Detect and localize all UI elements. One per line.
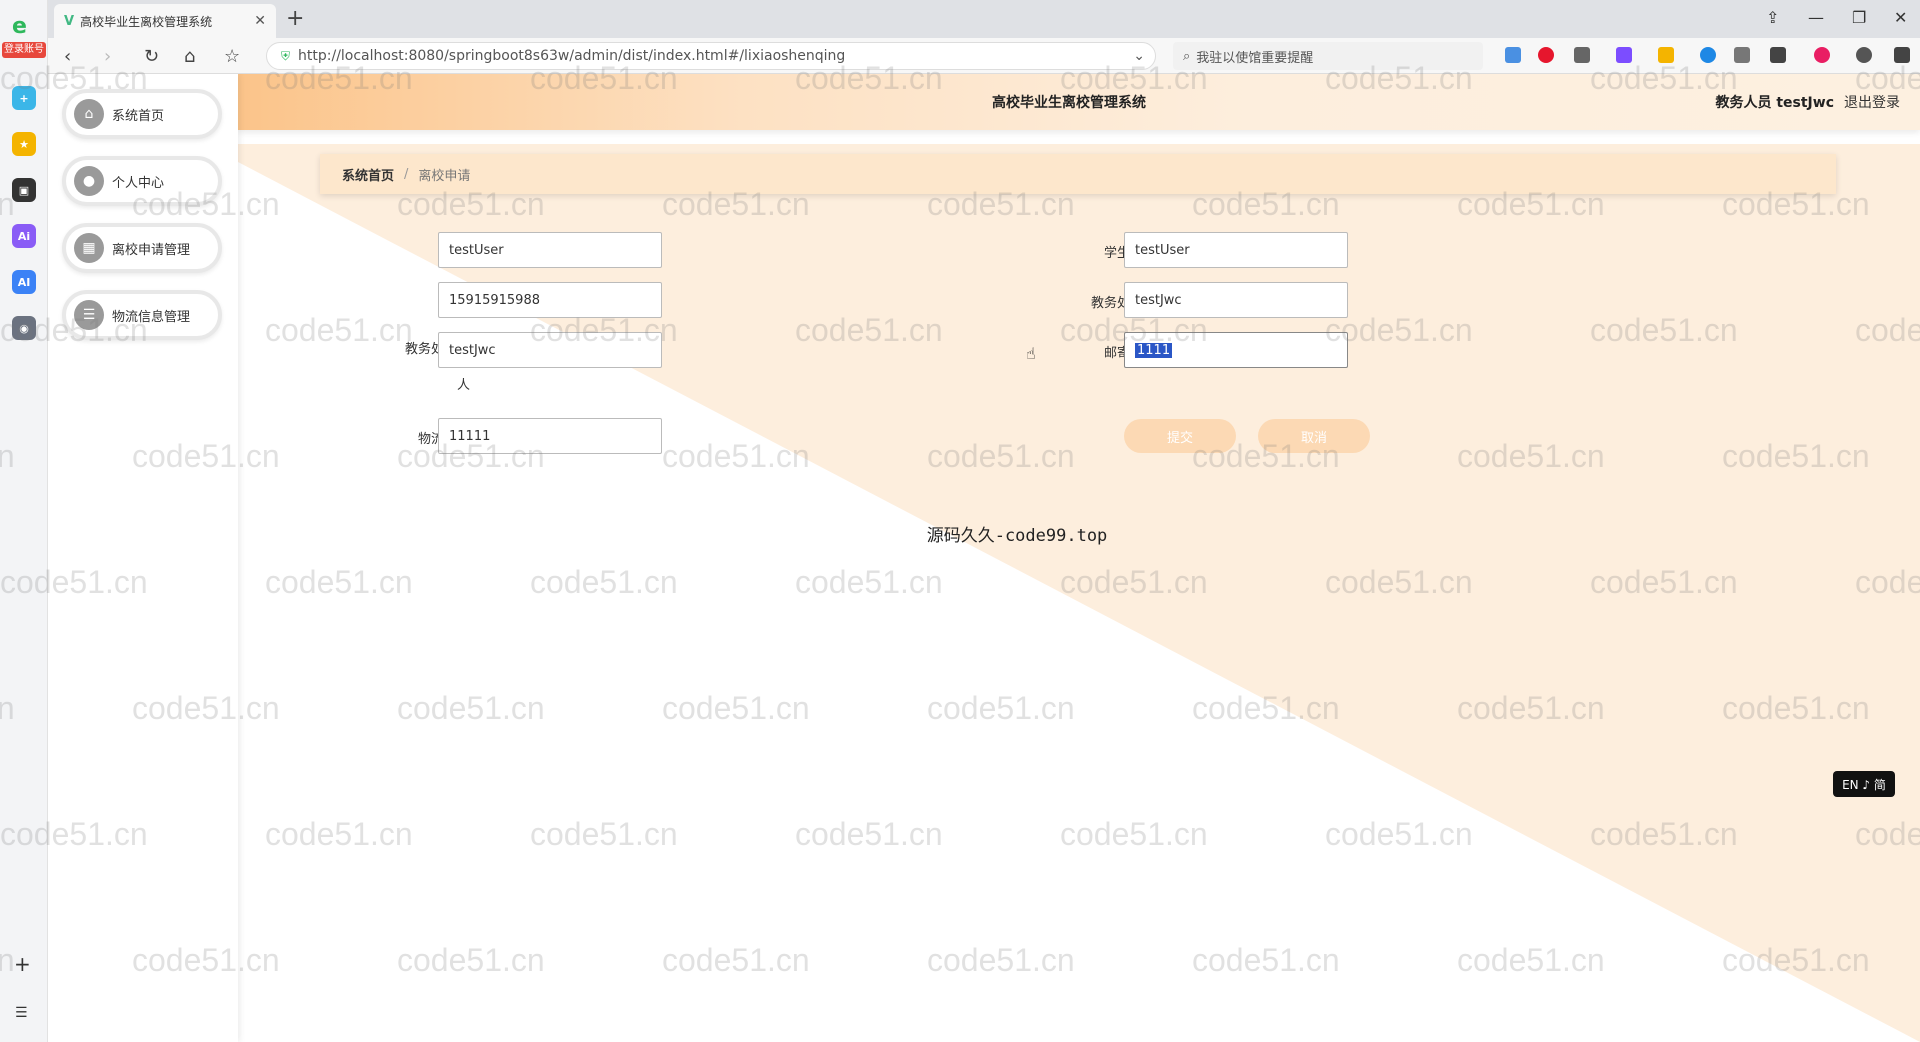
apps-ext-icon[interactable] — [1770, 47, 1786, 63]
home-nav-icon[interactable]: ⌂ — [184, 46, 195, 67]
office-account-value: testJwc — [1135, 292, 1182, 308]
tab-bar: V 高校毕业生离校管理系统 ✕ + ⇪ — ❐ ✕ — [48, 0, 1920, 38]
sidebar-item-logistics[interactable]: ☰ 物流信息管理 — [62, 290, 222, 340]
submit-button[interactable]: 提交 — [1124, 419, 1236, 453]
phone-field[interactable]: 15915915988 — [438, 282, 662, 318]
breadcrumb: 系统首页 / 离校申请 — [320, 154, 1836, 194]
search-ext-icon[interactable] — [1700, 47, 1716, 63]
sidebar-item-profile[interactable]: ● 个人中心 — [62, 156, 222, 206]
url-input[interactable]: ⛨ http://localhost:8080/springboot8s63w/… — [266, 42, 1156, 70]
search-icon: ⌕ — [1183, 48, 1191, 64]
sidebar-item-label: 系统首页 — [112, 108, 165, 124]
new-tab-icon[interactable]: + — [286, 6, 304, 31]
office-account-field[interactable]: testJwc — [1124, 282, 1348, 318]
tracking-field[interactable]: 11111 — [438, 418, 662, 454]
system-title: 高校毕业生离校管理系统 — [992, 95, 1146, 111]
phone-value: 15915915988 — [449, 292, 540, 308]
tracking-value: 11111 — [449, 428, 491, 444]
address-bar: ‹ › ↻ ⌂ ☆ ⛨ http://localhost:8080/spring… — [48, 38, 1920, 74]
student-name-value: testUser — [1135, 242, 1190, 258]
student-name-field[interactable]: testUser — [1124, 232, 1348, 268]
breadcrumb-home[interactable]: 系统首页 — [342, 165, 394, 184]
search-input[interactable]: ⌕ 我驻以使馆重要提醒 — [1173, 42, 1483, 70]
translate-ext-icon[interactable] — [1616, 47, 1632, 63]
student-id-value: testUser — [449, 242, 504, 258]
tab-close-icon[interactable]: ✕ — [254, 13, 266, 29]
office-owner-label-line2: 人 — [456, 378, 470, 393]
url-text: http://localhost:8080/springboot8s63w/ad… — [298, 48, 846, 64]
sidebar-item-leave-application[interactable]: ▦ 离校申请管理 — [62, 223, 222, 273]
shield-ext-icon[interactable] — [1658, 47, 1674, 63]
color-ext-icon[interactable] — [1814, 47, 1830, 63]
star-app-icon[interactable]: ★ — [12, 132, 36, 156]
undo-ext-icon[interactable] — [1894, 47, 1910, 63]
back-icon[interactable]: ‹ — [64, 46, 71, 67]
add-icon[interactable]: + — [14, 952, 31, 976]
logout-link[interactable]: 退出登录 — [1844, 92, 1900, 112]
bot-app-icon[interactable]: ◉ — [12, 316, 36, 340]
sidebar-item-label: 物流信息管理 — [112, 309, 191, 325]
breadcrumb-current: 离校申请 — [418, 168, 471, 184]
weibo-ext-icon[interactable] — [1538, 47, 1554, 63]
user-area: 教务人员 testJwc 退出登录 — [1715, 92, 1900, 112]
sidebar-item-label: 个人中心 — [112, 175, 165, 191]
app-header: 高校毕业生离校管理系统 教务人员 testJwc 退出登录 — [238, 74, 1920, 130]
sidebar: ⌂ 系统首页 ● 个人中心 ▦ 离校申请管理 ☰ 物流信息管理 — [48, 74, 238, 1042]
grid-icon: ▦ — [74, 233, 104, 263]
sidebar-item-home[interactable]: ⌂ 系统首页 — [62, 89, 222, 139]
mouse-pointer-icon: ☝ — [1026, 344, 1036, 363]
cancel-button[interactable]: 取消 — [1258, 419, 1370, 453]
close-window-icon[interactable]: ✕ — [1894, 8, 1907, 27]
language-badge[interactable]: EN ♪ 简 — [1833, 771, 1895, 797]
robot-app-icon[interactable]: ▣ — [12, 178, 36, 202]
menu-list-icon[interactable]: ☰ — [15, 1005, 28, 1021]
reload-icon[interactable]: ↻ — [144, 46, 159, 67]
browser-side-rail: e 登录账号 + ★ ▣ Ai AI ◉ + ☰ — [0, 0, 48, 1042]
home-icon: ⌂ — [74, 99, 104, 129]
browser-logo-icon[interactable]: e — [12, 14, 27, 39]
puzzle-ext-icon[interactable] — [1734, 47, 1750, 63]
vue-logo-icon: V — [64, 13, 75, 29]
pin-icon[interactable]: ⇪ — [1766, 8, 1779, 27]
chevron-down-icon[interactable]: ⌄ — [1133, 48, 1145, 64]
app-viewport: ⌂ 系统首页 ● 个人中心 ▦ 离校申请管理 ☰ 物流信息管理 高校毕业生离校管… — [48, 74, 1920, 1042]
diagonal-background — [238, 144, 1920, 1042]
minimize-icon[interactable]: — — [1808, 8, 1824, 27]
scissors-ext-icon[interactable] — [1574, 47, 1590, 63]
office-owner-value: testJwc — [449, 342, 496, 358]
user-role-name: 教务人员 testJwc — [1715, 95, 1834, 111]
search-placeholder: 我驻以使馆重要提醒 — [1196, 50, 1314, 66]
restore-icon[interactable]: ❐ — [1852, 8, 1866, 27]
mail-ext-icon[interactable] — [1505, 47, 1521, 63]
tab-title: 高校毕业生离校管理系统 — [80, 14, 213, 29]
ai-app-icon[interactable]: Ai — [12, 224, 36, 248]
mail-date-field[interactable]: 1111 — [1124, 332, 1348, 368]
brightness-ext-icon[interactable] — [1856, 47, 1872, 63]
credit-text: 源码久久-code99.top — [926, 526, 1108, 546]
student-id-field[interactable]: testUser — [438, 232, 662, 268]
breadcrumb-separator: / — [404, 166, 409, 182]
browser-tab[interactable]: V 高校毕业生离校管理系统 ✕ — [54, 4, 276, 38]
user-icon: ● — [74, 166, 104, 196]
bookmark-star-icon[interactable]: ☆ — [224, 46, 240, 67]
office-owner-field[interactable]: testJwc — [438, 332, 662, 368]
list-icon: ☰ — [74, 300, 104, 330]
secure-shield-icon: ⛨ — [281, 48, 291, 63]
mail-date-value: 1111 — [1135, 342, 1173, 358]
login-badge[interactable]: 登录账号 — [2, 42, 46, 58]
sidebar-item-label: 离校申请管理 — [112, 242, 191, 258]
ai-blue-app-icon[interactable]: AI — [12, 270, 36, 294]
forward-icon[interactable]: › — [104, 46, 111, 67]
plus-app-icon[interactable]: + — [12, 86, 36, 110]
